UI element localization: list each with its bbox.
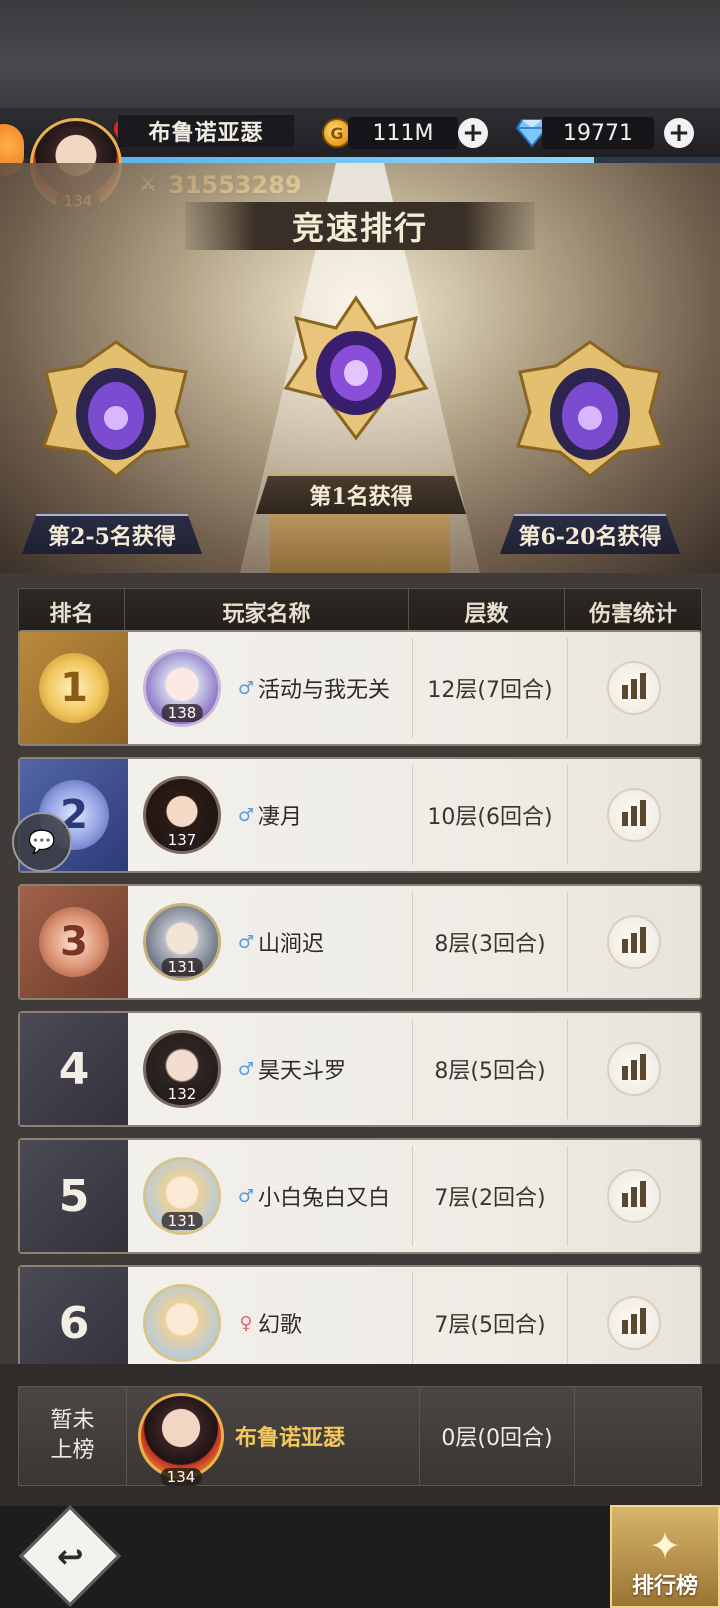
floor-result: 8层(5回合)	[412, 1019, 568, 1119]
self-rank-line1: 暂未	[50, 1408, 95, 1433]
male-icon: ♂	[237, 1058, 255, 1080]
table-header: 排名 玩家名称 层数 伤害统计	[18, 588, 702, 636]
chat-bubble-icon[interactable]: 💬	[12, 812, 72, 872]
table-row[interactable]: 5 131 ♂ 小白兔白又白 7层(2回合)	[18, 1138, 702, 1254]
avatar-cell: 137	[128, 759, 236, 871]
avatar[interactable]	[143, 1284, 221, 1362]
table-row[interactable]: 1 138 ♂ 活动与我无关 12层(7回合)	[18, 630, 702, 746]
top-background	[0, 0, 720, 108]
male-icon: ♂	[237, 804, 255, 826]
avatar[interactable]: 132	[143, 1030, 221, 1108]
third-tier-emblem-icon[interactable]	[512, 336, 668, 480]
floor-result: 8层(3回合)	[412, 892, 568, 992]
damage-stats-cell	[568, 1169, 700, 1223]
player-name-cell: ♀ 幻歌	[236, 1307, 412, 1339]
rank-6-20-reward-label: 第6-20名获得	[500, 514, 680, 554]
gold-amount: 111M	[348, 117, 458, 149]
rank-2-5-reward-label: 第2-5名获得	[22, 514, 202, 554]
avatar[interactable]: 131	[143, 903, 221, 981]
male-icon: ♂	[237, 677, 255, 699]
rank-number: 6	[20, 1267, 128, 1379]
player-name-cell: ♂ 山涧迟	[236, 926, 412, 958]
damage-stats-cell	[568, 915, 700, 969]
avatar[interactable]: 138	[143, 649, 221, 727]
self-rank-line2: 上榜	[50, 1438, 95, 1463]
table-row[interactable]: 4 132 ♂ 昊天斗罗 8层(5回合)	[18, 1011, 702, 1127]
avatar[interactable]: 131	[143, 1157, 221, 1235]
add-gold-button[interactable]: +	[458, 118, 488, 148]
leaderboard-emblem-icon: ✦	[649, 1524, 681, 1568]
avatar-cell: 138	[128, 632, 236, 744]
bar-chart-icon[interactable]	[607, 661, 661, 715]
player-name: 活动与我无关	[258, 678, 391, 703]
damage-stats-cell	[568, 1296, 700, 1350]
floor-result: 10层(6回合)	[412, 765, 568, 865]
header-player: 玩家名称	[125, 589, 409, 635]
self-player-name: 布鲁诺亚瑟	[235, 1426, 346, 1451]
player-level: 137	[161, 831, 203, 849]
player-name: 布鲁诺亚瑟	[118, 115, 294, 147]
avatar-cell: 131	[128, 1140, 236, 1252]
player-name: 昊天斗罗	[258, 1059, 347, 1084]
player-name: 凄月	[258, 805, 303, 830]
player-name-cell: ♂ 活动与我无关	[236, 672, 412, 704]
rank-cell: 1	[20, 632, 128, 744]
male-icon: ♂	[237, 931, 255, 953]
self-avatar-cell: 134	[127, 1386, 235, 1486]
player-name-cell: ♂ 凄月	[236, 799, 412, 831]
player-level: 131	[161, 958, 203, 976]
diamond-amount: 19771	[542, 117, 654, 149]
header-damage: 伤害统计	[588, 602, 677, 627]
female-icon: ♀	[239, 1312, 253, 1334]
leaderboard-button[interactable]: ✦ 排行榜	[610, 1505, 720, 1608]
player-name: 幻歌	[258, 1313, 303, 1338]
bar-chart-icon[interactable]	[607, 1296, 661, 1350]
rank-medal-gold: 1	[39, 653, 109, 723]
avatar-cell	[128, 1267, 236, 1379]
bar-chart-icon[interactable]	[607, 1169, 661, 1223]
damage-stats-cell	[568, 1042, 700, 1096]
add-diamond-button[interactable]: +	[664, 118, 694, 148]
second-tier-emblem-icon[interactable]	[38, 336, 194, 480]
self-floor-result: 0层(0回合)	[419, 1386, 575, 1486]
page-title: 竞速排行	[185, 202, 535, 250]
avatar-cell: 132	[128, 1013, 236, 1125]
table-row[interactable]: 3 131 ♂ 山涧迟 8层(3回合)	[18, 884, 702, 1000]
rank-cell: 3	[20, 886, 128, 998]
player-level: 134	[160, 1468, 202, 1486]
header-floors: 层数	[409, 589, 565, 635]
player-level: 131	[161, 1212, 203, 1230]
bar-chart-icon[interactable]	[607, 1042, 661, 1096]
first-place-reward-label: 第1名获得	[256, 474, 466, 514]
self-rank-row: 暂未 上榜 134 布鲁诺亚瑟 0层(0回合)	[18, 1386, 702, 1486]
player-level: 132	[161, 1085, 203, 1103]
floor-result: 12层(7回合)	[412, 638, 568, 738]
rank-number: 4	[20, 1013, 128, 1125]
avatar[interactable]: 137	[143, 776, 221, 854]
floor-result: 7层(2回合)	[412, 1146, 568, 1246]
rank-number: 5	[20, 1140, 128, 1252]
rank-medal-bronze: 3	[39, 907, 109, 977]
back-arrow-icon: ↩	[56, 1537, 84, 1575]
floor-result: 7层(5回合)	[412, 1273, 568, 1373]
player-level: 138	[161, 704, 203, 722]
bar-chart-icon[interactable]	[607, 915, 661, 969]
damage-stats-cell	[568, 788, 700, 842]
player-name-cell: ♂ 昊天斗罗	[236, 1053, 412, 1085]
player-name-cell: ♂ 小白兔白又白	[236, 1180, 412, 1212]
avatar-cell: 131	[128, 886, 236, 998]
male-icon: ♂	[237, 1185, 255, 1207]
player-name: 小白兔白又白	[258, 1186, 391, 1211]
bar-chart-icon[interactable]	[607, 788, 661, 842]
leaderboard-label: 排行榜	[631, 1574, 698, 1599]
avatar[interactable]	[138, 1393, 224, 1479]
first-place-emblem-icon[interactable]	[276, 288, 436, 448]
self-rank-status: 暂未 上榜	[19, 1386, 127, 1486]
player-name: 山涧迟	[258, 932, 325, 957]
table-row[interactable]: 2 137 ♂ 凄月 10层(6回合)	[18, 757, 702, 873]
damage-stats-cell	[568, 661, 700, 715]
header-rank: 排名	[19, 589, 125, 635]
